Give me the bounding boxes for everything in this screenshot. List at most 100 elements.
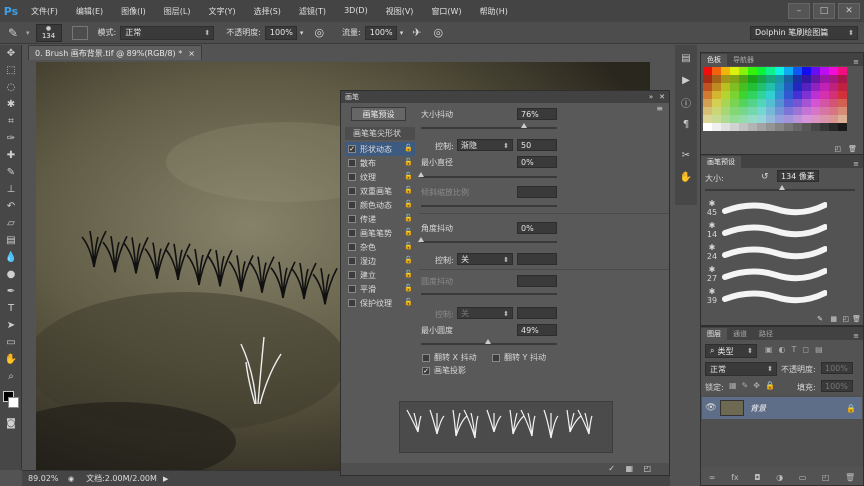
brush-setting-item[interactable]: 散布 🔓 bbox=[345, 156, 415, 170]
opacity-field[interactable]: 100% bbox=[264, 25, 297, 40]
brush-setting-item[interactable]: 湿边 🔓 bbox=[345, 254, 415, 268]
path-select-icon[interactable]: ➤ bbox=[0, 317, 22, 334]
swatch[interactable] bbox=[766, 123, 775, 131]
hand-tool-icon[interactable]: ✋ bbox=[0, 351, 22, 368]
pen-tool-icon[interactable]: ✒ bbox=[0, 283, 22, 300]
swatch[interactable] bbox=[784, 99, 793, 107]
brush-setting-item[interactable]: 纹理 🔓 bbox=[345, 170, 415, 184]
flip-x-checkbox-box[interactable] bbox=[422, 353, 430, 362]
swatch[interactable] bbox=[820, 99, 829, 107]
grid-icon[interactable]: ▦ bbox=[830, 315, 837, 323]
dodge-tool-icon[interactable]: ● bbox=[0, 266, 22, 283]
lock-icon[interactable]: 🔓 bbox=[404, 186, 413, 194]
min-diameter-slider[interactable] bbox=[418, 172, 557, 178]
swatch[interactable] bbox=[802, 107, 811, 115]
swatch[interactable] bbox=[721, 67, 730, 75]
swatch[interactable] bbox=[712, 67, 721, 75]
add-mask-icon[interactable]: ◘ bbox=[754, 473, 760, 485]
tools-preset-icon[interactable]: ✂ bbox=[675, 147, 697, 164]
swatch[interactable] bbox=[766, 99, 775, 107]
min-roundness-slider[interactable] bbox=[421, 339, 557, 345]
swatch[interactable] bbox=[703, 83, 712, 91]
lock-icon[interactable]: 🔓 bbox=[404, 284, 413, 292]
layer-filter-dropdown[interactable]: ⌕ 类型 ⬍ bbox=[705, 344, 757, 358]
swatch[interactable] bbox=[811, 107, 820, 115]
brush-panel-toggle-icon[interactable] bbox=[71, 25, 88, 40]
swatch[interactable] bbox=[793, 99, 802, 107]
swatch[interactable] bbox=[703, 115, 712, 123]
swatch[interactable] bbox=[766, 67, 775, 75]
pressure-opacity-icon[interactable]: ◎ bbox=[314, 26, 324, 39]
swatch[interactable] bbox=[829, 67, 838, 75]
swatch[interactable] bbox=[766, 83, 775, 91]
delete-swatch-icon[interactable]: 🗑 bbox=[848, 145, 857, 153]
swatch[interactable] bbox=[838, 107, 847, 115]
brush-setting-item[interactable]: 平滑 🔓 bbox=[345, 282, 415, 296]
swatch[interactable] bbox=[739, 91, 748, 99]
type-tool-icon[interactable]: T bbox=[0, 300, 22, 317]
control1-dropdown[interactable]: 渐隐 ⬍ bbox=[457, 139, 513, 151]
tab-paths[interactable]: 路径 bbox=[753, 328, 779, 340]
size-jitter-slider[interactable] bbox=[421, 123, 557, 129]
menu-item[interactable]: 3D(D) bbox=[335, 6, 377, 17]
swatch[interactable] bbox=[712, 75, 721, 83]
actions-icon[interactable]: ▶ bbox=[675, 72, 697, 89]
panel-menu-icon[interactable]: ≡ bbox=[853, 58, 859, 66]
flow-field[interactable]: 100% bbox=[364, 25, 397, 40]
mode-dropdown[interactable]: 正常 ⬍ bbox=[120, 25, 215, 40]
swatch[interactable] bbox=[820, 75, 829, 83]
brush-preset-item[interactable]: ✱ 14 bbox=[703, 219, 853, 241]
new-preset-icon[interactable]: ◰ bbox=[842, 315, 849, 323]
lock-icon[interactable]: 🔓 bbox=[404, 214, 413, 222]
layer-opacity-value[interactable]: 100% bbox=[821, 362, 853, 374]
lock-icon[interactable]: 🔓 bbox=[404, 172, 413, 180]
swatch[interactable] bbox=[739, 99, 748, 107]
menu-item[interactable]: 图层(L) bbox=[155, 6, 200, 17]
swatch[interactable] bbox=[775, 83, 784, 91]
swatch[interactable] bbox=[721, 123, 730, 131]
swatch[interactable] bbox=[739, 115, 748, 123]
swatch[interactable] bbox=[757, 107, 766, 115]
swatch[interactable] bbox=[775, 123, 784, 131]
control2-dropdown[interactable]: 关 ⬍ bbox=[457, 253, 513, 265]
swatch[interactable] bbox=[775, 75, 784, 83]
shape-tool-icon[interactable]: ▭ bbox=[0, 334, 22, 351]
swatch[interactable] bbox=[739, 75, 748, 83]
preset-size-value[interactable]: 134 像素 bbox=[777, 170, 819, 182]
panel-menu-icon[interactable]: ≡ bbox=[853, 160, 859, 168]
swatch[interactable] bbox=[838, 75, 847, 83]
fx-icon[interactable]: fx bbox=[731, 473, 739, 485]
brush-size-picker[interactable]: ● 134 bbox=[35, 23, 62, 42]
brush-setting-item[interactable]: 传递 🔓 bbox=[345, 212, 415, 226]
swatch[interactable] bbox=[730, 67, 739, 75]
delete-preset-icon[interactable]: 🗑 bbox=[852, 315, 861, 323]
history-icon[interactable]: ▤ bbox=[675, 50, 697, 67]
tab-channels[interactable]: 通道 bbox=[727, 328, 753, 340]
toggle-brush-panel-icon[interactable]: ✎ bbox=[817, 315, 823, 323]
swatch[interactable] bbox=[757, 99, 766, 107]
quick-select-icon[interactable]: ✱ bbox=[0, 96, 22, 113]
history-brush-icon[interactable]: ↶ bbox=[0, 198, 22, 215]
size-jitter-value[interactable]: 76% bbox=[517, 108, 557, 120]
swatch[interactable] bbox=[766, 75, 775, 83]
brush-setting-checkbox[interactable] bbox=[348, 187, 356, 195]
lock-icon[interactable]: 🔓 bbox=[404, 256, 413, 264]
gradient-tool-icon[interactable]: ▤ bbox=[0, 232, 22, 249]
swatch[interactable] bbox=[820, 67, 829, 75]
menu-item[interactable]: 文字(Y) bbox=[199, 6, 244, 17]
brush-preset-list[interactable]: ✱ 45 ✱ 14 ✱ 24 ✱ 27 ✱ 39 bbox=[703, 197, 853, 307]
brush-preset-item[interactable]: ✱ 27 bbox=[703, 263, 853, 285]
swatch[interactable] bbox=[793, 91, 802, 99]
opacity-dropdown-icon[interactable]: ▾ bbox=[300, 29, 304, 37]
swatch[interactable] bbox=[820, 91, 829, 99]
swatch[interactable] bbox=[838, 83, 847, 91]
brush-setting-checkbox[interactable] bbox=[348, 229, 356, 237]
swatch[interactable] bbox=[793, 67, 802, 75]
close-window-button[interactable]: ✕ bbox=[838, 3, 860, 19]
layer-filter-icons[interactable]: ▣◐T◻▤ bbox=[765, 345, 829, 354]
swatch[interactable] bbox=[784, 67, 793, 75]
new-layer-icon[interactable]: ◰ bbox=[822, 473, 830, 485]
flip-y-checkbox-box[interactable] bbox=[492, 353, 500, 362]
swatch[interactable] bbox=[721, 99, 730, 107]
swatch[interactable] bbox=[748, 91, 757, 99]
